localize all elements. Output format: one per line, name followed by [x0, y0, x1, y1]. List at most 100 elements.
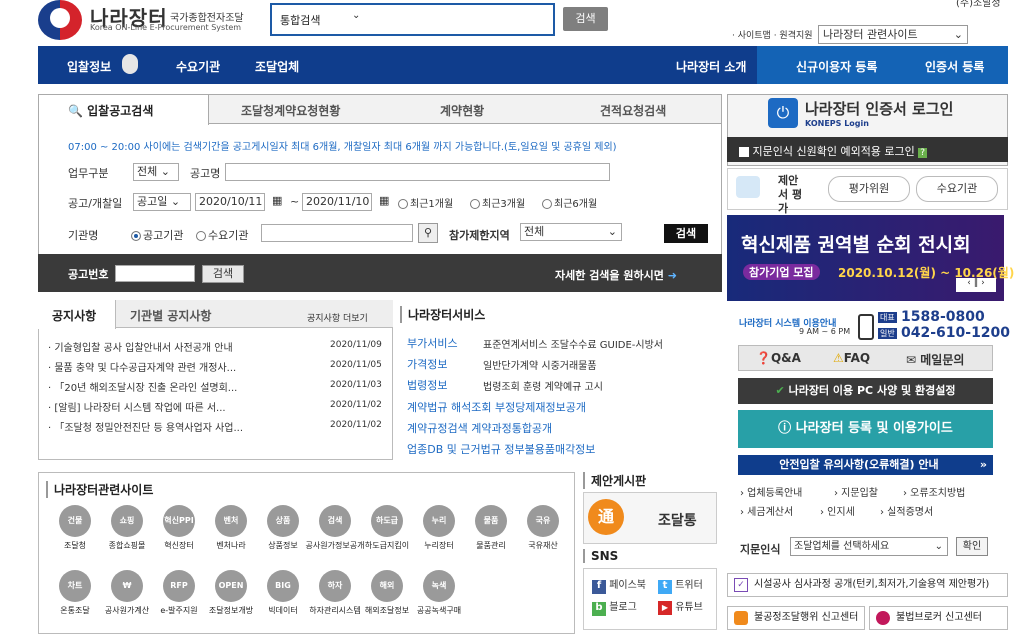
safe-bid-button[interactable]: 안전입찰 유의사항(오류해결) 안내 »	[738, 455, 993, 475]
date-type-select[interactable]: 공고일 ⌄	[133, 193, 191, 211]
broker-report-link[interactable]: 불법브로커 신고센터	[869, 606, 1008, 630]
pc-env-button[interactable]: ✔ 나라장터 이용 PC 사양 및 환경설정	[738, 378, 993, 404]
sitemap-links[interactable]: · 사이트맵 · 원격지원	[732, 28, 813, 41]
related-site-label[interactable]: 공사원가계산	[97, 605, 157, 616]
related-site-label[interactable]: 해외조달정보	[357, 605, 417, 616]
biz-select[interactable]: 조달업체를 선택하세요 ⌄	[790, 537, 948, 556]
related-site-label[interactable]: 하자관리시스템	[305, 605, 365, 616]
guide-button[interactable]: ⓘ 나라장터 등록 및 이용가이드	[738, 410, 993, 448]
search-scope-select[interactable]: 통합검색	[280, 12, 320, 28]
nav-supplier[interactable]: 조달업체	[255, 58, 299, 75]
related-site-label[interactable]: 조달정보개방	[201, 605, 261, 616]
related-site-icon[interactable]: RFP	[163, 570, 195, 602]
service-value[interactable]: 표준연계서비스 조달수수료 GUIDE-시방서	[483, 336, 663, 351]
tab-bid-search[interactable]: 🔍 입찰공고검색	[68, 102, 153, 119]
related-site-label[interactable]: e-발주지원	[149, 605, 209, 616]
notice-item[interactable]: · [알림] 나라장터 시스템 작업에 따른 서...	[48, 399, 226, 414]
tab-contract-request[interactable]: 조달청계약요청현황	[241, 102, 340, 119]
related-site-label[interactable]: 조달청	[45, 540, 105, 551]
related-site-icon[interactable]: 혁신PPI	[163, 505, 195, 537]
title-input[interactable]	[225, 163, 610, 181]
qna-link[interactable]: ❓Q&A	[756, 351, 801, 365]
org-demand-radio[interactable]: 수요기관	[196, 227, 248, 243]
nav-about[interactable]: 나라장터 소개	[676, 58, 746, 75]
service-value[interactable]: 법령조회 훈령 계약예규 고시	[483, 378, 603, 393]
tab-notice[interactable]: 공지사항	[52, 307, 96, 324]
service-key[interactable]: 부가서비스	[407, 335, 458, 351]
related-site-icon[interactable]: ₩	[111, 570, 143, 602]
period-1m-radio[interactable]: 최근1개월	[398, 195, 453, 210]
related-site-label[interactable]: 공공녹색구매	[409, 605, 469, 616]
service-link-row[interactable]: 계약법규 해석조회 부정당제재정보공개	[407, 399, 586, 415]
cert-login-title[interactable]: 나라장터 인증서 로그인	[805, 98, 953, 119]
unfair-report-link[interactable]: 불공정조달행위 신고센터	[727, 606, 865, 630]
confirm-button[interactable]: 확인	[956, 537, 988, 556]
blog-link[interactable]: b 블로그	[592, 598, 637, 616]
related-site-label[interactable]: 누리장터	[409, 540, 469, 551]
related-site-label[interactable]: 벤처나라	[201, 540, 261, 551]
notice-item[interactable]: · 「조달청 정밀안전진단 등 용역사업자 사업...	[48, 419, 243, 434]
related-site-icon[interactable]: 녹색	[423, 570, 455, 602]
related-site-icon[interactable]: 누리	[423, 505, 455, 537]
related-site-icon[interactable]: 국유	[527, 505, 559, 537]
related-site-icon[interactable]: 하자	[319, 570, 351, 602]
eval-member-button[interactable]: 평가위원	[828, 176, 910, 202]
related-site-icon[interactable]: OPEN	[215, 570, 247, 602]
tab-org-notice[interactable]: 기관별 공지사항	[130, 307, 211, 324]
related-site-icon[interactable]: 물품	[475, 505, 507, 537]
eval-org-button[interactable]: 수요기관	[916, 176, 998, 202]
related-site-icon[interactable]: 쇼핑	[111, 505, 143, 537]
faq-link[interactable]: ⚠FAQ	[833, 351, 870, 365]
related-site-label[interactable]: 온통조달	[45, 605, 105, 616]
related-site-icon[interactable]: 차트	[59, 570, 91, 602]
nav-new-user[interactable]: 신규이용자 등록	[796, 58, 877, 75]
org-notice-radio[interactable]: 공고기관	[131, 227, 183, 243]
service-link-row[interactable]: 업종DB 및 근거법규 정부불용품매각정보	[407, 441, 595, 457]
notice-item[interactable]: · 기술형입찰 공사 입찰안내서 사전공개 안내	[48, 339, 233, 354]
period-6m-radio[interactable]: 최근6개월	[542, 195, 597, 210]
facility-review-link[interactable]: ✓ 시설공사 심사과정 공개(턴키,최저가,기술용역 제안평가)	[727, 573, 1008, 597]
notice-item[interactable]: · 「20년 해외조달시장 진출 온라인 설명회...	[48, 379, 237, 394]
service-link-row[interactable]: 계약규정검색 계약과정통합공개	[407, 420, 552, 436]
period-3m-radio[interactable]: 최근3개월	[470, 195, 525, 210]
search-button[interactable]: 검색	[563, 7, 608, 31]
bid-no-input[interactable]	[115, 265, 195, 282]
biz-type-select[interactable]: 전체 ⌄	[133, 163, 179, 181]
twitter-link[interactable]: t 트위터	[658, 576, 703, 594]
mail-link[interactable]: ✉ 메일문의	[906, 351, 964, 368]
related-site-label[interactable]: 공사원가정보공개	[305, 540, 365, 551]
org-input[interactable]	[261, 224, 413, 242]
link-tax-invoice[interactable]: › 세금계산서	[740, 503, 793, 518]
related-site-icon[interactable]: 상품	[267, 505, 299, 537]
related-site-icon[interactable]: 검색	[319, 505, 351, 537]
advanced-search-link[interactable]: 자세한 검색을 원하시면 ➜	[555, 267, 677, 283]
banner-pager-icon[interactable]: ‹ ‖ ›	[956, 278, 996, 292]
notice-more-link[interactable]: 공지사항 더보기	[307, 311, 368, 324]
related-site-icon[interactable]: 건물	[59, 505, 91, 537]
related-site-label[interactable]: 혁신장터	[149, 540, 209, 551]
related-site-icon[interactable]: 하도급	[371, 505, 403, 537]
related-site-icon[interactable]: 해외	[371, 570, 403, 602]
related-site-icon[interactable]: BIG	[267, 570, 299, 602]
search-icon[interactable]: ⚲	[418, 223, 438, 243]
tab-contract-status[interactable]: 계약현황	[440, 102, 484, 119]
link-stamp-tax[interactable]: › 인지세	[820, 503, 855, 518]
region-select[interactable]: 전체 ⌄	[520, 223, 622, 241]
related-site-label[interactable]: 종합쇼핑몰	[97, 540, 157, 551]
service-key[interactable]: 법령정보	[407, 377, 447, 393]
related-site-label[interactable]: 국유재산	[513, 540, 573, 551]
bid-no-search-button[interactable]: 검색	[202, 265, 244, 283]
related-site-icon[interactable]: 벤처	[215, 505, 247, 537]
notice-item[interactable]: · 물품 충약 및 다수공급자계약 관련 개정사...	[48, 359, 236, 374]
date-to-input[interactable]: 2020/11/10	[302, 193, 372, 211]
nav-cert-register[interactable]: 인증서 등록	[925, 58, 984, 75]
link-record-cert[interactable]: › 실적증명서	[880, 503, 933, 518]
tab-quote-search[interactable]: 견적요청검색	[600, 102, 666, 119]
date-from-input[interactable]: 2020/10/11	[195, 193, 265, 211]
link-fingerprint-bid[interactable]: › 지문입찰	[834, 484, 878, 499]
service-value[interactable]: 일반단가계약 시중거래물품	[483, 357, 597, 372]
logo-mark-icon[interactable]	[38, 0, 82, 40]
calendar-icon[interactable]: ▦	[272, 194, 282, 207]
bid-search-button[interactable]: 검색	[664, 224, 708, 243]
related-sites-select[interactable]: 나라장터 관련사이트 ⌄	[818, 25, 968, 44]
